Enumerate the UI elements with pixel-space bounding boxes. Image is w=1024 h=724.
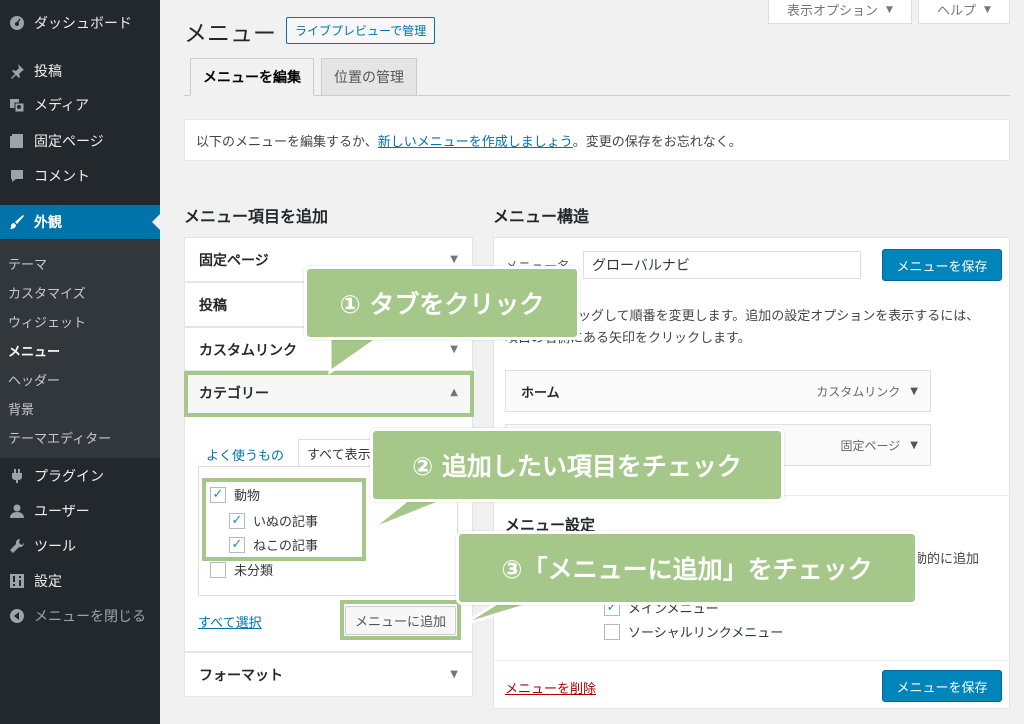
callout-step-3: ③「メニューに追加」をチェック <box>456 531 918 605</box>
callout-step-2: ② 追加したい項目をチェック <box>370 428 784 502</box>
callout-step-1: ① タブをクリック <box>304 266 580 340</box>
callout-pointers <box>328 328 561 627</box>
